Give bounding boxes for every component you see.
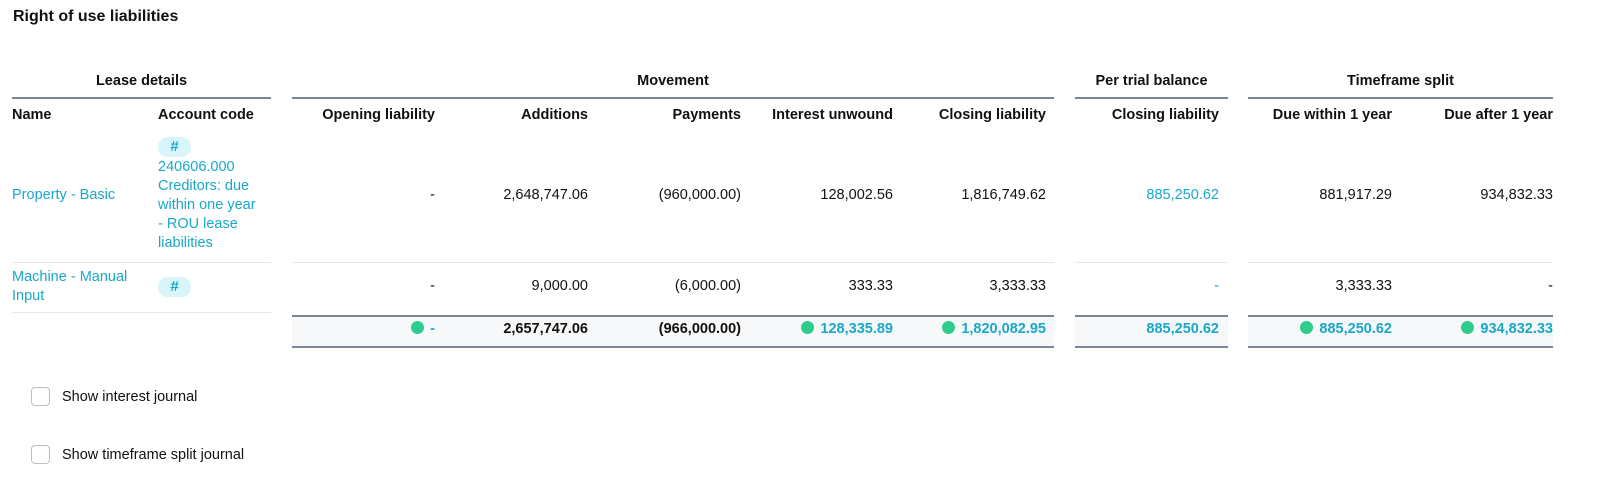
- row-divider: [12, 262, 271, 263]
- row-divider: [1075, 262, 1228, 263]
- status-dot-icon: [1461, 321, 1475, 334]
- col-header-due-within-1-year: Due within 1 year: [1272, 107, 1392, 123]
- account-desc-line[interactable]: - ROU lease: [158, 215, 238, 234]
- total-additions: 2,657,747.06: [503, 321, 588, 337]
- payments-value: (960,000.00): [658, 187, 741, 203]
- account-badge[interactable]: #: [158, 137, 191, 157]
- status-dot-icon: [1300, 321, 1314, 334]
- total-interest-unwound[interactable]: 128,335.89: [801, 320, 893, 339]
- timeframe-journal-checkbox[interactable]: [31, 445, 50, 464]
- account-badge[interactable]: #: [158, 277, 191, 297]
- page-title: Right of use liabilities: [13, 8, 179, 25]
- col-header-due-after-1-year: Due after 1 year: [1444, 107, 1553, 123]
- col-header-tb-closing-liability: Closing liability: [1111, 107, 1219, 123]
- interest-journal-checkbox[interactable]: [31, 387, 50, 406]
- show-interest-journal-option[interactable]: Show interest journal: [31, 387, 197, 406]
- due-after-value: 934,832.33: [1480, 187, 1553, 203]
- col-header-payments: Payments: [672, 107, 741, 123]
- additions-value: 9,000.00: [531, 278, 588, 294]
- total-due-after[interactable]: 934,832.33: [1461, 320, 1553, 339]
- row-divider: [12, 312, 271, 313]
- group-movement: Movement: [292, 72, 1054, 99]
- group-lease-details: Lease details: [12, 72, 271, 99]
- total-tb-closing-liability[interactable]: 885,250.62: [1146, 320, 1219, 339]
- lease-name-link[interactable]: Machine - Manual: [12, 268, 127, 287]
- total-opening-liability[interactable]: -: [411, 320, 435, 339]
- hash-icon: #: [158, 137, 191, 157]
- total-payments: (966,000.00): [658, 321, 741, 337]
- row-divider: [1248, 262, 1553, 263]
- col-header-closing-liability: Closing liability: [938, 107, 1046, 123]
- show-timeframe-split-journal-option[interactable]: Show timeframe split journal: [31, 445, 244, 464]
- opening-liability-value: -: [430, 278, 435, 294]
- total-closing-liability[interactable]: 1,820,082.95: [942, 320, 1046, 339]
- due-within-value: 881,917.29: [1319, 187, 1392, 203]
- status-dot-icon: [801, 321, 815, 334]
- row-divider: [292, 262, 1054, 263]
- lease-name-link[interactable]: Property - Basic: [12, 186, 115, 205]
- payments-value: (6,000.00): [674, 278, 741, 294]
- additions-value: 2,648,747.06: [503, 187, 588, 203]
- col-header-account-code: Account code: [158, 107, 254, 123]
- tb-closing-liability-link[interactable]: 885,250.62: [1146, 186, 1219, 205]
- closing-liability-value: 1,816,749.62: [961, 187, 1046, 203]
- status-dot-icon: [942, 321, 956, 334]
- hash-icon: #: [158, 277, 191, 297]
- interest-unwound-value: 128,002.56: [820, 187, 893, 203]
- lease-name-link[interactable]: Input: [12, 287, 44, 306]
- total-due-within[interactable]: 885,250.62: [1300, 320, 1392, 339]
- tb-closing-liability-link[interactable]: -: [1214, 277, 1219, 296]
- interest-journal-label: Show interest journal: [62, 388, 198, 405]
- account-code-link[interactable]: 240606.000: [158, 158, 235, 177]
- closing-liability-value: 3,333.33: [989, 278, 1046, 294]
- status-dot-icon: [411, 321, 425, 334]
- account-desc-line[interactable]: within one year: [158, 196, 256, 215]
- col-header-opening-liability: Opening liability: [322, 107, 435, 123]
- account-desc-line[interactable]: liabilities: [158, 234, 213, 253]
- due-after-value: -: [1548, 278, 1553, 294]
- col-header-interest-unwound: Interest unwound: [772, 107, 893, 123]
- timeframe-journal-label: Show timeframe split journal: [62, 446, 245, 463]
- opening-liability-value: -: [430, 187, 435, 203]
- col-header-name: Name: [12, 107, 52, 123]
- interest-unwound-value: 333.33: [848, 278, 893, 294]
- account-desc-line[interactable]: Creditors: due: [158, 177, 249, 196]
- group-timeframe-split: Timeframe split: [1248, 72, 1553, 99]
- group-per-trial-balance: Per trial balance: [1075, 72, 1228, 99]
- due-within-value: 3,333.33: [1335, 278, 1392, 294]
- col-header-additions: Additions: [521, 107, 588, 123]
